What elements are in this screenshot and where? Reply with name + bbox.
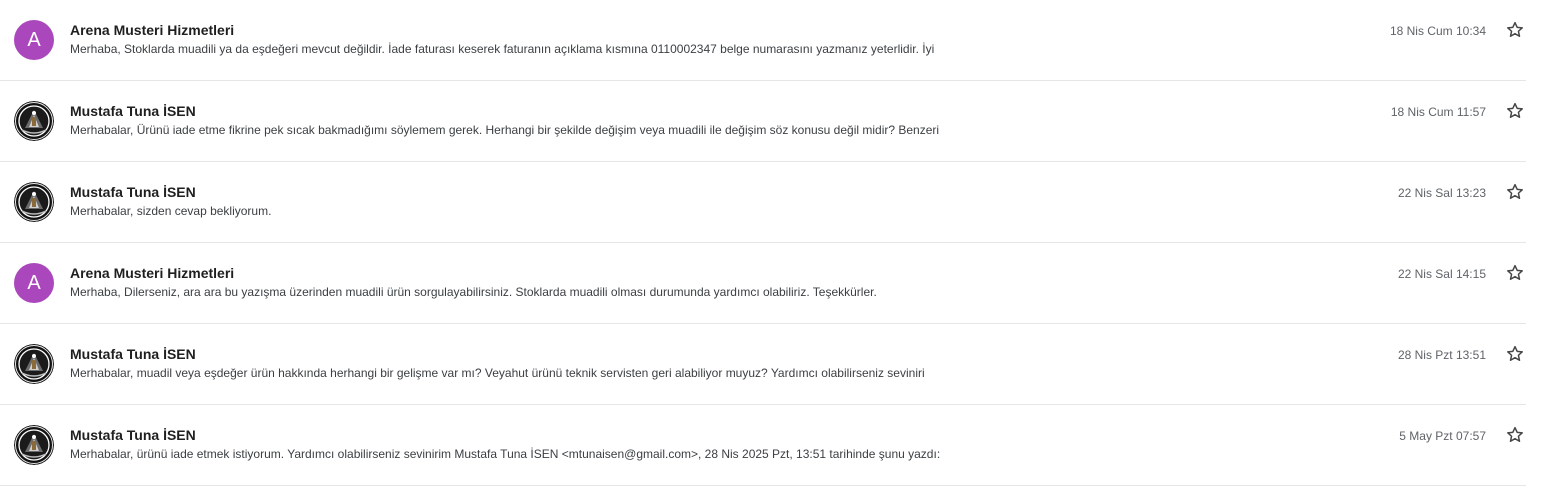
sender-avatar[interactable] [14,425,54,465]
sender-avatar[interactable] [14,344,54,384]
message-snippet: Merhabalar, sizden cevap bekliyorum. [70,204,272,218]
message-date: 22 Nis Sal 13:23 [1397,186,1486,200]
message-snippet: Merhaba, Dilerseniz, ara ara bu yazışma … [70,285,877,299]
star-icon[interactable] [1505,425,1525,445]
message-snippet: Merhaba, Stoklarda muadili ya da eşdeğer… [70,42,935,56]
sender-name[interactable]: Mustafa Tuna İSEN [70,184,196,200]
message-row-4[interactable]: A Arena Musteri Hizmetleri Merhaba, Dile… [0,243,1526,324]
message-date: 18 Nis Cum 11:57 [1390,105,1486,119]
sender-name[interactable]: Mustafa Tuna İSEN [70,427,196,443]
sender-name[interactable]: Arena Musteri Hizmetleri [70,22,234,38]
star-icon[interactable] [1505,20,1525,40]
sender-name[interactable]: Mustafa Tuna İSEN [70,346,196,362]
message-row-1[interactable]: A Arena Musteri Hizmetleri Merhaba, Stok… [0,0,1526,81]
message-row-2[interactable]: Mustafa Tuna İSEN Merhabalar, Ürünü iade… [0,81,1526,162]
sender-name[interactable]: Arena Musteri Hizmetleri [70,265,234,281]
star-icon[interactable] [1505,344,1525,364]
message-date: 22 Nis Sal 14:15 [1397,267,1486,281]
sender-avatar[interactable]: A [14,263,54,303]
star-icon[interactable] [1505,263,1525,283]
message-snippet: Merhabalar, Ürünü iade etme fikrine pek … [70,123,940,137]
message-thread: A Arena Musteri Hizmetleri Merhaba, Stok… [0,0,1544,494]
sender-avatar[interactable]: A [14,20,54,60]
message-date: 18 Nis Cum 10:34 [1389,24,1486,38]
sender-name[interactable]: Mustafa Tuna İSEN [70,103,196,119]
star-icon[interactable] [1505,101,1525,121]
message-row-3[interactable]: Mustafa Tuna İSEN Merhabalar, sizden cev… [0,162,1526,243]
sender-avatar[interactable] [14,101,54,141]
star-icon[interactable] [1505,182,1525,202]
message-row-5[interactable]: Mustafa Tuna İSEN Merhabalar, muadil vey… [0,324,1526,405]
message-date: 5 May Pzt 07:57 [1399,429,1486,443]
message-date: 28 Nis Pzt 13:51 [1397,348,1486,362]
message-snippet: Merhabalar, muadil veya eşdeğer ürün hak… [70,366,925,380]
message-snippet: Merhabalar, ürünü iade etmek istiyorum. … [70,447,941,461]
sender-avatar[interactable] [14,182,54,222]
message-row-6[interactable]: Mustafa Tuna İSEN Merhabalar, ürünü iade… [0,405,1526,486]
